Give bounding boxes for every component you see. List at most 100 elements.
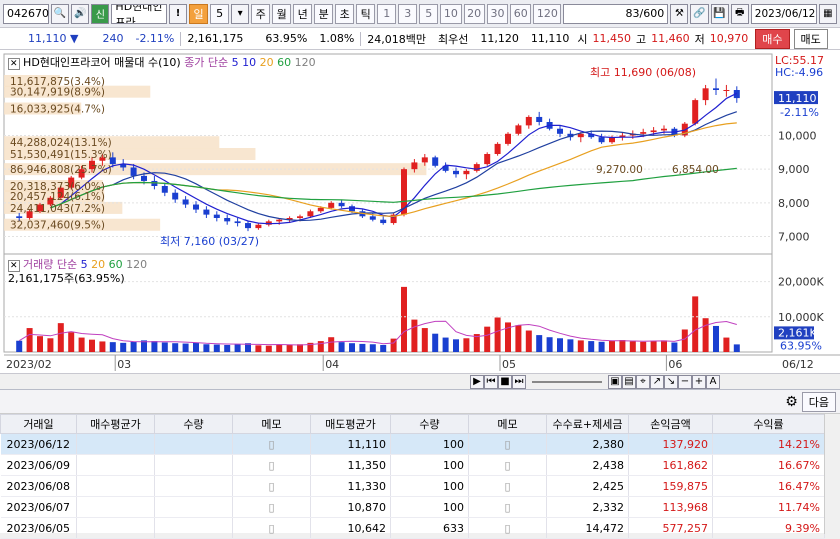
candle-body	[640, 132, 647, 134]
tag-icon[interactable]: 신	[91, 3, 110, 24]
tick-60-button[interactable]: 60	[510, 3, 532, 24]
volume-ratio: 63.95%	[265, 32, 308, 45]
column-header[interactable]: 수익률	[712, 414, 825, 434]
volume-bar	[172, 343, 179, 352]
column-header[interactable]: 메모	[232, 414, 311, 434]
candle-body	[328, 202, 335, 208]
draw-line-icon[interactable]: ↗	[650, 374, 664, 389]
table-cell: 9.39%	[712, 517, 825, 539]
tick-3-button[interactable]: 3	[398, 3, 418, 24]
prev-icon[interactable]: ▶	[470, 374, 484, 389]
save-icon[interactable]: 💾	[710, 3, 729, 24]
price-legend: ✕ HD현대인프라코어 매물대 수(10) 종가 단순 5 10 20 60 1…	[8, 54, 316, 70]
price-legend-title: HD현대인프라코어 매물대 수(10)	[23, 56, 181, 69]
column-header[interactable]: 매수평균가	[76, 414, 155, 434]
gear-icon[interactable]: ⚙	[785, 394, 798, 410]
period-year-button[interactable]: 년	[293, 3, 313, 24]
memo-icon[interactable]: ▯	[468, 433, 547, 455]
link-icon[interactable]: 🔗	[690, 3, 709, 24]
draw-trend-icon[interactable]: ↘	[664, 374, 678, 389]
open-price: 11,450	[592, 32, 632, 45]
column-header[interactable]: 수량	[390, 414, 469, 434]
zoom-slider[interactable]	[532, 380, 602, 383]
table-row[interactable]: 2023/06/12 ▯ 11,110 100 ▯ 2,380 137,920 14.21%	[0, 433, 825, 455]
table-row[interactable]: 2023/06/09 ▯ 11,350 100 ▯ 2,438 161,862 16.67%	[0, 454, 825, 476]
memo-icon[interactable]: ▯	[468, 496, 547, 518]
memo-icon[interactable]: ▯	[468, 517, 547, 539]
memo-icon[interactable]: ▯	[468, 454, 547, 476]
candle-body	[141, 175, 147, 181]
candle-count-field[interactable]: 83/600	[563, 3, 669, 24]
table-row[interactable]: 2023/06/07 ▯ 10,870 100 ▯ 2,332 113,968 11.74%	[0, 496, 825, 518]
period-second-button[interactable]: 초	[335, 3, 355, 24]
tick-20-button[interactable]: 20	[463, 3, 485, 24]
chevron-down-icon[interactable]: ▾	[231, 3, 250, 24]
memo-icon[interactable]: ▯	[232, 496, 311, 518]
memo-icon[interactable]: ▯	[232, 475, 311, 497]
memo-icon[interactable]: ▯	[232, 433, 311, 455]
column-header[interactable]: 수수료+제세금	[546, 414, 629, 434]
buy-button[interactable]: 매수	[755, 28, 790, 49]
table-row[interactable]: 2023/06/05 ▯ 10,642 633 ▯ 14,472 577,257 9.39%	[0, 517, 825, 539]
period-day-button[interactable]: 일	[189, 3, 209, 24]
column-header[interactable]: 거래일	[0, 414, 77, 434]
chart-canvas[interactable]: 10,0009,0008,0007,00011,617,875(3.4%)30,…	[0, 50, 840, 373]
zoom-out-button[interactable]: −	[678, 374, 692, 389]
stock-code-input[interactable]: 042670	[3, 3, 49, 24]
period-week-button[interactable]: 주	[251, 3, 271, 24]
volume-bar	[57, 323, 64, 352]
column-header[interactable]: 손익금액	[628, 414, 713, 434]
price-value: 11,110	[28, 32, 67, 45]
memo-icon[interactable]: ▯	[232, 454, 311, 476]
column-header[interactable]: 수량	[154, 414, 233, 434]
font-size-button[interactable]: A	[706, 374, 720, 389]
sell-button[interactable]: 매도	[793, 28, 828, 49]
stop-icon[interactable]: ■	[498, 374, 512, 389]
volume-bar	[650, 341, 657, 352]
search-icon[interactable]: 🔍	[51, 3, 70, 24]
period-month-button[interactable]: 월	[272, 3, 292, 24]
candle-body	[182, 199, 189, 205]
toggle-icon[interactable]: ▤	[622, 374, 636, 389]
calendar-icon[interactable]: ▦	[818, 3, 837, 24]
memo-icon[interactable]: ▯	[468, 475, 547, 497]
crosshair-icon[interactable]: ⌖	[636, 374, 650, 389]
memo-icon[interactable]: ▯	[232, 517, 311, 539]
volume-bar	[733, 344, 740, 352]
candle-body	[432, 157, 439, 166]
volume-bar	[120, 342, 127, 352]
stock-chart[interactable]: 10,000 9,000 8,000 7,000 11,617,875(3.4%) 30,…	[0, 50, 840, 373]
candle-body	[411, 162, 418, 170]
fit-icon[interactable]: ▣	[608, 374, 622, 389]
table-row[interactable]: 2023/06/08 ▯ 11,330 100 ▯ 2,425 159,875 16.47%	[0, 475, 825, 497]
speaker-icon[interactable]: 🔊	[71, 3, 90, 24]
table-cell: 10,642	[310, 517, 391, 539]
zoom-in-button[interactable]: +	[692, 374, 706, 389]
candle-body	[494, 143, 501, 154]
tick-5-button[interactable]: 5	[419, 3, 439, 24]
date-input[interactable]: 2023/06/12	[750, 3, 817, 24]
tick-1-button[interactable]: 1	[377, 3, 397, 24]
table-cell	[76, 433, 155, 455]
next-icon[interactable]: ⏭	[512, 374, 526, 389]
tick-10-button[interactable]: 10	[440, 3, 462, 24]
volume-tick-label: 20,000K	[778, 276, 824, 289]
table-cell: 14,472	[546, 517, 629, 539]
chart-tool-icon[interactable]: ⚒	[670, 3, 689, 24]
period-count-input[interactable]: 5	[210, 3, 230, 24]
candle-body	[338, 202, 345, 207]
table-cell	[154, 454, 233, 476]
stock-name-field[interactable]: HD현대인프라	[111, 3, 167, 24]
tick-120-button[interactable]: 120	[533, 3, 562, 24]
alert-icon[interactable]: !	[168, 3, 188, 24]
period-minute-button[interactable]: 분	[314, 3, 334, 24]
volume-bar	[89, 339, 95, 352]
next-page-button[interactable]: 다음	[801, 391, 836, 412]
period-tick-button[interactable]: 틱	[356, 3, 376, 24]
print-icon[interactable]: 🖶	[730, 3, 749, 24]
rewind-icon[interactable]: ⏮	[484, 374, 498, 389]
column-header[interactable]: 메모	[468, 414, 547, 434]
tick-30-button[interactable]: 30	[486, 3, 509, 24]
vertical-scrollbar[interactable]	[824, 414, 840, 534]
column-header[interactable]: 매도평균가	[310, 414, 391, 434]
